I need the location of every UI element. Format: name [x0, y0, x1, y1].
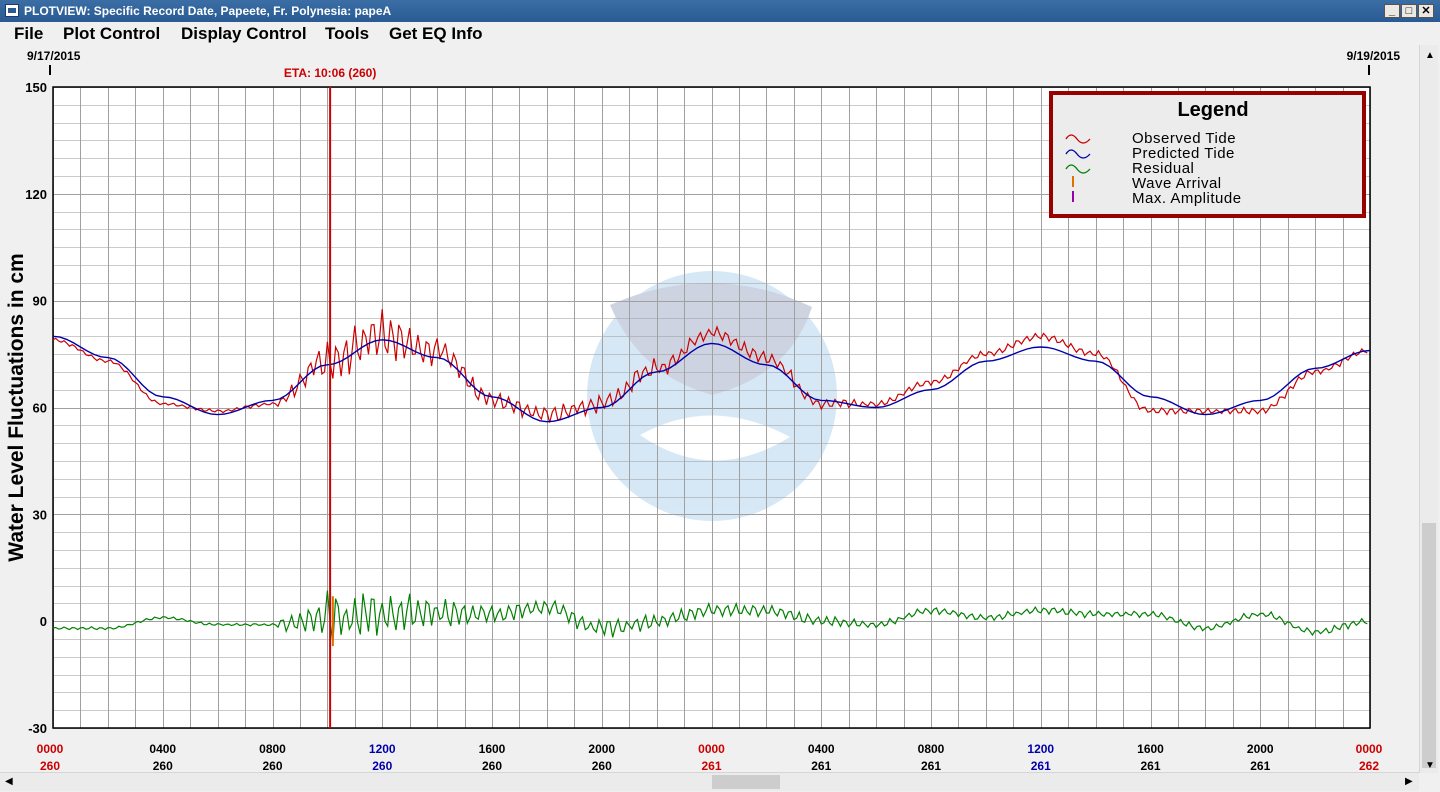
scroll-left-arrow-icon[interactable]: ◀	[5, 777, 13, 787]
date-start-label: 9/17/2015	[27, 49, 81, 63]
eta-label: ETA: 10:06 (260)	[284, 66, 376, 80]
x-tick-day-label: 261	[1140, 759, 1160, 772]
menu-file[interactable]: File	[14, 24, 43, 44]
x-tick-day-label: 260	[592, 759, 612, 772]
x-tick-time-label: 0800	[259, 742, 286, 756]
x-tick-time-label: 0000	[698, 742, 725, 756]
tide-chart: 150 120 90 60 30 0 -30 Water Level Fluctuations…	[5, 49, 1401, 772]
scroll-up-arrow-icon[interactable]: ▲	[1425, 51, 1435, 61]
close-button[interactable]: ✕	[1418, 4, 1434, 18]
scroll-down-arrow-icon[interactable]: ▼	[1425, 761, 1435, 771]
x-tick-time-label: 1600	[1137, 742, 1164, 756]
app-icon	[5, 4, 19, 17]
y-tick-label: 30	[33, 507, 47, 522]
x-tick-day-label: 262	[1359, 759, 1379, 772]
x-tick-time-label: 0000	[1356, 742, 1383, 756]
x-tick-time-label: 0400	[808, 742, 835, 756]
x-tick-day-label: 261	[1031, 759, 1051, 772]
x-tick-day-label: 261	[921, 759, 941, 772]
x-tick-time-label: 1200	[369, 742, 396, 756]
y-axis-label: Water Level Fluctuations in cm	[5, 253, 28, 561]
legend-entry-label: Max. Amplitude	[1132, 190, 1242, 207]
menu-tools[interactable]: Tools	[325, 24, 369, 44]
vertical-scrollbar[interactable]: ▲ ▼	[1419, 45, 1438, 773]
x-tick-day-label: 260	[372, 759, 392, 772]
x-tick-day-label: 260	[153, 759, 173, 772]
x-tick-day-label: 260	[482, 759, 502, 772]
y-tick-label: 150	[25, 80, 47, 95]
menu-bar: File Plot Control Display Control Tools …	[0, 22, 1440, 45]
minimize-button[interactable]: _	[1384, 4, 1400, 18]
x-tick-time-label: 2000	[588, 742, 615, 756]
menu-get-eq-info[interactable]: Get EQ Info	[389, 24, 483, 44]
menu-plot-control[interactable]: Plot Control	[63, 24, 160, 44]
maximize-button[interactable]: □	[1401, 4, 1417, 18]
window-title: PLOTVIEW: Specific Record Date, Papeete,…	[24, 4, 392, 18]
y-tick-label: 60	[33, 401, 47, 416]
y-tick-label: -30	[28, 721, 47, 736]
x-tick-time-label: 0400	[149, 742, 176, 756]
scroll-right-arrow-icon[interactable]: ▶	[1405, 777, 1413, 787]
x-tick-day-label: 261	[811, 759, 831, 772]
vertical-scroll-thumb[interactable]	[1422, 523, 1436, 768]
menu-display-control[interactable]: Display Control	[181, 24, 307, 44]
y-tick-label: 120	[25, 187, 47, 202]
x-tick-time-label: 0000	[37, 742, 64, 756]
x-tick-time-label: 0800	[918, 742, 945, 756]
horizontal-scrollbar[interactable]: ◀ ▶	[0, 772, 1419, 791]
x-tick-day-label: 261	[1250, 759, 1270, 772]
y-tick-label: 0	[40, 614, 47, 629]
x-tick-day-label: 260	[40, 759, 60, 772]
x-tick-time-label: 1600	[479, 742, 506, 756]
x-tick-time-label: 1200	[1027, 742, 1054, 756]
horizontal-scroll-thumb[interactable]	[712, 775, 780, 789]
x-tick-day-label: 260	[262, 759, 282, 772]
legend-title: Legend	[1177, 99, 1248, 121]
y-tick-label: 90	[33, 294, 47, 309]
date-end-label: 9/19/2015	[1347, 49, 1401, 63]
x-tick-time-label: 2000	[1247, 742, 1274, 756]
title-bar: PLOTVIEW: Specific Record Date, Papeete,…	[0, 0, 1440, 22]
x-tick-day-label: 261	[701, 759, 721, 772]
